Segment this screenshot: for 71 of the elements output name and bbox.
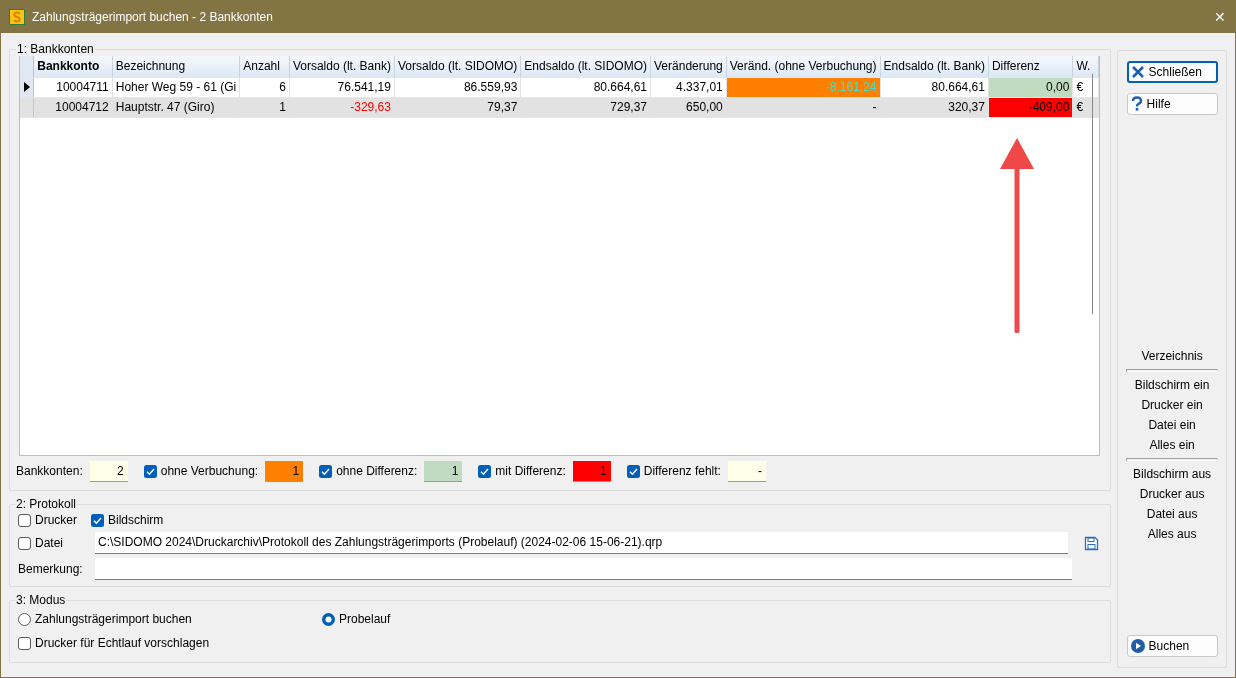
checkbox-label: Datei	[35, 536, 63, 550]
radio-button[interactable]	[322, 612, 335, 626]
filter-label: Bankkonten:	[16, 464, 83, 478]
help-button[interactable]: Hilfe	[1126, 93, 1218, 115]
radio-label: Probelauf	[339, 612, 391, 626]
checkbox-label: Bildschirm	[108, 513, 164, 527]
menu-link[interactable]: Bildschirm ein	[1134, 375, 1210, 395]
count-field: 2	[89, 460, 128, 482]
column-header[interactable]: Veränderung	[650, 56, 727, 77]
filter-label: Differenz fehlt:	[643, 464, 721, 478]
radio-label: Zahlungsträgerimport buchen	[35, 612, 192, 626]
current-row-icon	[22, 82, 31, 92]
remark-field[interactable]	[95, 558, 1073, 580]
table-cell: 76.541,19	[289, 77, 395, 97]
book-button[interactable]: Buchen	[1126, 635, 1218, 657]
filter-label: ohne Verbuchung:	[160, 464, 259, 478]
checkbox[interactable]	[143, 464, 157, 478]
radio-button[interactable]	[18, 612, 31, 626]
close-button[interactable]: ✕	[1205, 2, 1235, 32]
menu-link[interactable]: Alles ein	[1149, 435, 1195, 455]
menu-link[interactable]: Datei aus	[1146, 504, 1198, 524]
play-icon	[1130, 639, 1145, 653]
filter-label: ohne Differenz:	[336, 464, 418, 478]
column-header[interactable]: Endsaldo (lt. Bank)	[880, 56, 989, 77]
menu-link[interactable]: Drucker ein	[1141, 395, 1203, 415]
column-header[interactable]: Differenz	[988, 56, 1073, 77]
checkbox[interactable]	[91, 513, 104, 527]
table-cell: 4.337,01	[650, 77, 727, 97]
menu-link[interactable]: Alles aus	[1147, 524, 1197, 544]
group-title: 1: Bankkonten	[16, 42, 95, 56]
checkbox-label: Drucker	[35, 513, 77, 527]
app-icon	[9, 9, 25, 25]
checkbox[interactable]	[319, 464, 333, 478]
filter-label: mit Differenz:	[495, 464, 566, 478]
table-cell: Hoher Weg 59 - 61 (Gi	[112, 77, 240, 97]
count-field: 1	[265, 460, 304, 482]
help-icon	[1130, 96, 1143, 112]
column-header[interactable]: Vorsaldo (lt. Bank)	[289, 56, 395, 77]
column-header[interactable]: Bankkonto	[33, 56, 113, 77]
menu-link[interactable]: Datei ein	[1148, 415, 1196, 435]
cell-value: -8.161,24	[825, 80, 877, 94]
count-field: 1	[424, 460, 463, 482]
group-title: 2: Protokoll	[15, 497, 78, 511]
checkbox[interactable]	[626, 464, 640, 478]
close-button[interactable]: Schließen	[1126, 61, 1218, 83]
field-label: Bemerkung:	[18, 562, 84, 576]
count-field: -	[727, 460, 766, 482]
table-cell: 80.664,61	[520, 77, 651, 97]
column-header[interactable]: W.	[1072, 56, 1099, 77]
column-header[interactable]: Vorsaldo (lt. SIDOMO)	[394, 56, 521, 77]
checkbox[interactable]	[18, 536, 31, 550]
section-heading: Verzeichnis	[1141, 348, 1203, 365]
column-header[interactable]: Anzahl	[239, 56, 290, 77]
group-title: 3: Modus	[15, 593, 67, 607]
checkbox[interactable]	[18, 513, 31, 527]
menu-link[interactable]: Bildschirm aus	[1133, 464, 1212, 484]
window-title: Zahlungsträgerimport buchen - 2 Bankkonten	[32, 10, 274, 24]
menu-link[interactable]: Drucker aus	[1139, 484, 1205, 504]
table-cell: 10004711	[33, 77, 113, 97]
table-cell: 80.664,61	[880, 77, 989, 97]
checkbox[interactable]	[478, 464, 492, 478]
column-header[interactable]: Endsaldo (lt. SIDOMO)	[520, 56, 651, 77]
file-path-field[interactable]: C:\SIDOMO 2024\Druckarchiv\Protokoll des Zahlungsträgerimports (Probelauf) (2024-02-06 15-06-21).qrp	[95, 532, 1069, 554]
column-header[interactable]: Bezeichnung	[112, 56, 240, 77]
checkbox[interactable]	[18, 636, 31, 650]
close-icon	[1130, 65, 1145, 79]
table-cell: 86.559,93	[394, 77, 521, 97]
checkbox-label: Drucker für Echtlauf vorschlagen	[35, 636, 210, 650]
column-header[interactable]: Veränd. (ohne Verbuchung)	[726, 56, 881, 77]
count-field: 1	[572, 460, 611, 482]
table-cell: 6	[239, 77, 290, 97]
